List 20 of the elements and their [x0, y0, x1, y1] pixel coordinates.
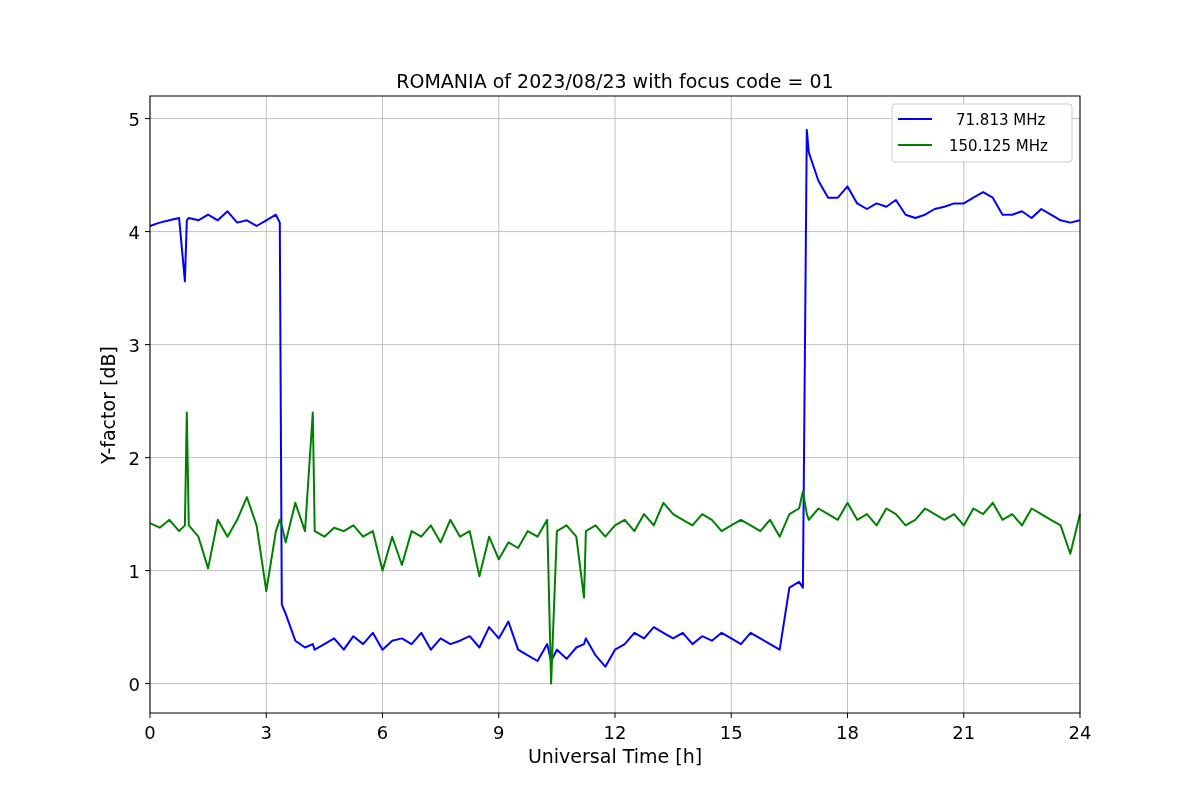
y-axis-label: Y-factor [dB]	[97, 346, 119, 464]
x-tick-label: 21	[952, 722, 976, 743]
y-tick-label: 0	[128, 673, 140, 695]
x-tick-label: 24	[1068, 722, 1092, 743]
y-tick-label: 4	[128, 221, 140, 243]
x-tick-label: 12	[603, 722, 627, 743]
x-tick-label: 6	[376, 722, 389, 743]
y-tick-label: 3	[128, 334, 140, 356]
y-tick-label: 1	[128, 560, 140, 582]
x-tick-label: 3	[260, 722, 272, 743]
y-tick-label: 2	[128, 447, 140, 469]
x-tick-label: 0	[144, 722, 156, 743]
x-tick-label: 18	[836, 722, 859, 743]
chart-title: ROMANIA of 2023/08/23 with focus code = 01	[396, 70, 834, 92]
legend-label: 150.125 MHz	[949, 137, 1048, 155]
x-tick-label: 15	[719, 722, 743, 743]
y-tick-label: 5	[128, 108, 140, 130]
x-tick-label: 9	[493, 722, 505, 743]
x-axis-label: Universal Time [h]	[527, 745, 703, 767]
legend-label: 71.813 MHz	[956, 111, 1046, 129]
